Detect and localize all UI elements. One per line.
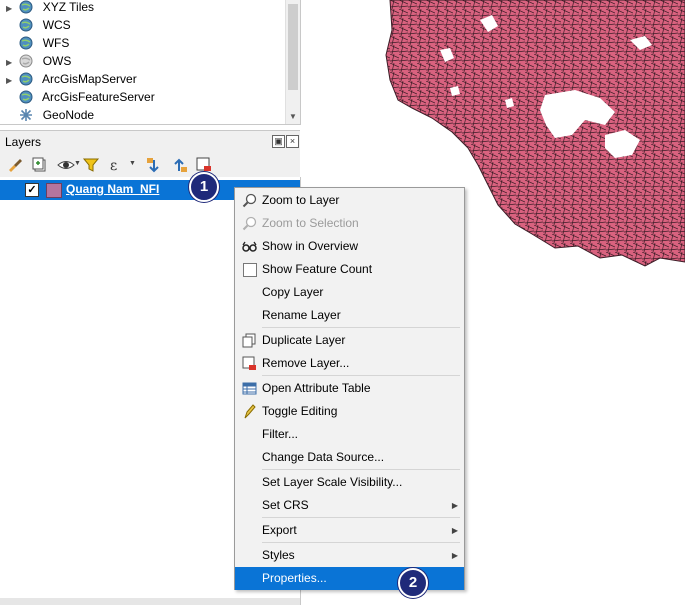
menu-item-filter[interactable]: Filter... [235, 423, 464, 446]
menu-item-change-data-source[interactable]: Change Data Source... [235, 446, 464, 469]
duplicate-layer-icon [242, 333, 256, 348]
submenu-arrow-icon: ▶ [451, 551, 458, 560]
globe-icon [19, 72, 33, 86]
menu-item-show-feature-count[interactable]: Show Feature Count [235, 258, 464, 281]
layers-toolbar: ▼ ε ▼ [0, 153, 300, 177]
scroll-down-icon[interactable]: ▼ [288, 112, 298, 122]
zoom-to-layer-icon [242, 193, 257, 208]
menu-item-toggle-editing[interactable]: Toggle Editing [235, 400, 464, 423]
submenu-arrow-icon: ▶ [451, 526, 458, 535]
dropdown-arrow-icon[interactable]: ▼ [129, 160, 136, 167]
menu-separator [262, 375, 460, 376]
browser-item-label: WFS [42, 36, 70, 50]
menu-item-copy-layer[interactable]: Copy Layer [235, 281, 464, 304]
browser-item-label: GeoNode [42, 108, 95, 122]
add-group-icon[interactable] [31, 156, 49, 174]
menu-item-remove-layer[interactable]: Remove Layer... [235, 352, 464, 375]
close-panel-icon[interactable]: × [286, 135, 299, 148]
step-badge-2: 2 [398, 568, 428, 598]
globe-icon [19, 18, 33, 32]
browser-item-wfs[interactable]: WFS [6, 34, 69, 52]
browser-item-ows[interactable]: ▶ OWS [6, 52, 71, 70]
expand-all-icon[interactable] [145, 156, 163, 174]
browser-item-geonode[interactable]: GeoNode [6, 106, 94, 124]
menu-item-rename-layer[interactable]: Rename Layer [235, 304, 464, 327]
browser-item-xyz-tiles[interactable]: ▶ XYZ Tiles [6, 0, 94, 16]
layer-name[interactable]: Quang Nam_NFI [66, 182, 159, 196]
scrollbar-thumb[interactable] [288, 4, 298, 90]
layer-color-swatch [46, 183, 62, 198]
menu-separator [262, 517, 460, 518]
browser-item-label: ArcGisMapServer [42, 72, 137, 86]
browser-item-label: OWS [42, 54, 72, 68]
dropdown-arrow-icon[interactable]: ▼ [74, 160, 81, 167]
browser-item-label: ArcGisFeatureServer [42, 90, 155, 104]
style-brush-icon[interactable] [6, 156, 24, 174]
globe-icon [19, 36, 33, 50]
visibility-eye-icon[interactable] [57, 156, 75, 174]
geonode-icon [20, 109, 33, 121]
filter-icon[interactable] [82, 156, 100, 174]
browser-item-label: WCS [42, 18, 71, 32]
menu-item-duplicate-layer[interactable]: Duplicate Layer [235, 329, 464, 352]
float-panel-icon[interactable]: ▣ [272, 135, 285, 148]
layer-context-menu: Zoom to Layer Zoom to Selection Show in … [234, 187, 465, 590]
browser-item-label: XYZ Tiles [42, 0, 95, 14]
feature-count-checkbox[interactable] [243, 263, 257, 277]
menu-separator [262, 469, 460, 470]
step-badge-1: 1 [189, 172, 219, 202]
browser-panel: ▶ XYZ Tiles WCS WFS ▶ OWS ▶ ArcGisMapSer… [0, 0, 301, 125]
menu-item-properties[interactable]: Properties... [235, 567, 464, 590]
menu-item-open-attribute-table[interactable]: Open Attribute Table [235, 377, 464, 400]
expression-epsilon-icon[interactable]: ε [107, 156, 125, 174]
layer-visibility-checkbox[interactable]: ✓ [25, 183, 39, 197]
pencil-icon [244, 404, 256, 419]
submenu-arrow-icon: ▶ [451, 501, 458, 510]
attribute-table-icon [242, 382, 257, 395]
panel-bottom-strip [0, 598, 300, 605]
globe-icon [19, 0, 33, 14]
layers-panel-header: Layers ▣ × [0, 130, 300, 153]
browser-item-wcs[interactable]: WCS [6, 16, 71, 34]
collapse-all-icon[interactable] [170, 156, 188, 174]
menu-item-zoom-to-selection[interactable]: Zoom to Selection [235, 212, 464, 235]
overview-glasses-icon [242, 241, 257, 252]
globe-icon [19, 54, 33, 68]
browser-scrollbar[interactable]: ▼ [285, 0, 300, 124]
browser-item-arcgisfeatureserver[interactable]: ArcGisFeatureServer [6, 88, 155, 106]
layers-panel-title: Layers [5, 135, 42, 149]
svg-text:ε: ε [110, 158, 117, 174]
menu-item-set-scale-visibility[interactable]: Set Layer Scale Visibility... [235, 471, 464, 494]
zoom-to-selection-icon [242, 216, 257, 231]
globe-icon [19, 90, 33, 104]
menu-item-styles[interactable]: Styles ▶ [235, 544, 464, 567]
browser-item-arcgismapserver[interactable]: ▶ ArcGisMapServer [6, 70, 137, 88]
menu-separator [262, 327, 460, 328]
remove-layer-icon [242, 356, 256, 370]
menu-item-set-crs[interactable]: Set CRS ▶ [235, 494, 464, 517]
menu-item-export[interactable]: Export ▶ [235, 519, 464, 542]
menu-item-show-in-overview[interactable]: Show in Overview [235, 235, 464, 258]
menu-item-zoom-to-layer[interactable]: Zoom to Layer [235, 189, 464, 212]
menu-separator [262, 542, 460, 543]
